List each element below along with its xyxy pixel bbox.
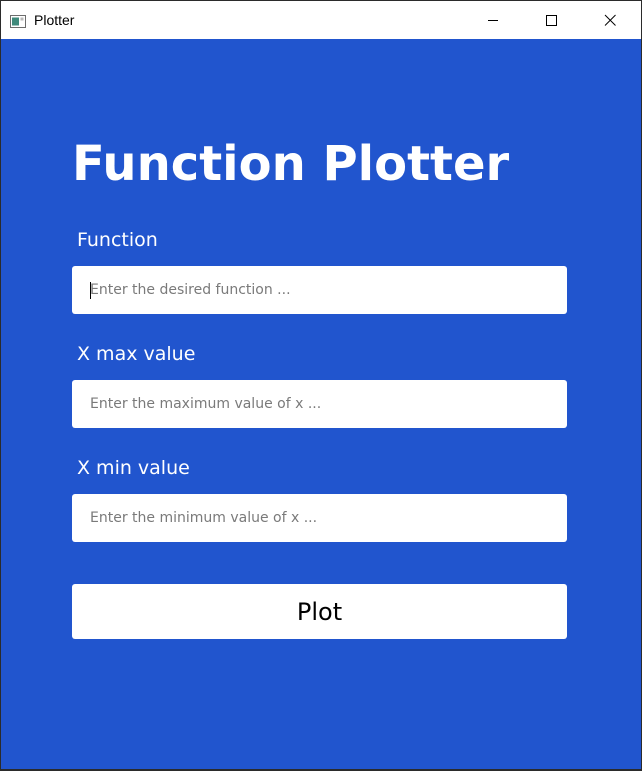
page-title: Function Plotter [72,136,510,192]
close-button[interactable] [581,1,639,39]
x-max-input[interactable] [72,380,567,428]
close-icon [604,11,616,30]
minimize-icon [487,11,499,30]
main-panel: Function Plotter Function X max value X … [1,39,641,769]
text-cursor [90,282,91,299]
function-input[interactable] [72,266,567,314]
title-bar[interactable]: Plotter [1,0,641,39]
function-label: Function [77,229,158,251]
app-icon [10,13,26,28]
x-max-label: X max value [77,343,196,365]
maximize-icon [545,11,557,30]
maximize-button[interactable] [522,1,580,39]
minimize-button[interactable] [464,1,522,39]
x-min-label: X min value [77,457,190,479]
window-title: Plotter [34,12,75,28]
x-min-input[interactable] [72,494,567,542]
app-window: Plotter Function Plotter Function X max … [0,0,642,771]
plot-button[interactable]: Plot [72,584,567,639]
